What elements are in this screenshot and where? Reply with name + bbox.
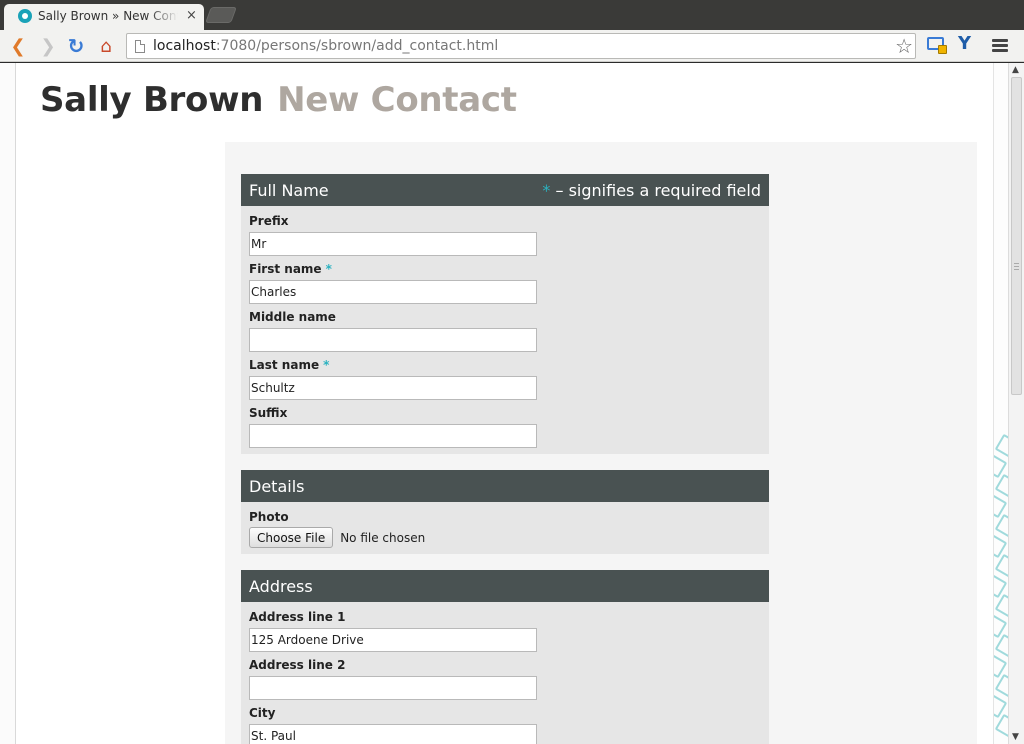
section-title: Full Name bbox=[249, 180, 329, 200]
y-extension-icon[interactable]: Y bbox=[958, 33, 971, 54]
tab-strip: Sally Brown » New Contact × bbox=[0, 0, 1024, 30]
menu-icon[interactable] bbox=[992, 39, 1008, 53]
reload-icon[interactable]: ↻ bbox=[64, 34, 88, 58]
details-section: Details Photo Choose File No file chosen bbox=[241, 470, 769, 554]
required-star: * bbox=[323, 358, 330, 372]
address-line2-input[interactable] bbox=[249, 676, 537, 700]
left-margin bbox=[0, 63, 16, 744]
page-icon bbox=[135, 40, 145, 53]
page-subtitle: New Contact bbox=[277, 80, 517, 120]
last-name-input[interactable] bbox=[249, 376, 537, 400]
back-icon[interactable]: ❮ bbox=[6, 34, 30, 58]
middle-name-input[interactable] bbox=[249, 328, 537, 352]
address-section: Address Address line 1 Address line 2 Ci… bbox=[241, 570, 769, 744]
scroll-up-icon[interactable]: ▲ bbox=[1012, 65, 1019, 75]
vertical-scrollbar[interactable]: ▲ ▼ bbox=[1008, 63, 1024, 744]
cast-extension-icon[interactable] bbox=[926, 35, 948, 55]
forward-icon[interactable]: ❯ bbox=[36, 34, 60, 58]
first-name-input[interactable] bbox=[249, 280, 537, 304]
first-name-label-text: First name bbox=[249, 262, 322, 276]
city-input[interactable] bbox=[249, 724, 537, 744]
contact-form: Full Name * – signifies a required field… bbox=[225, 142, 977, 744]
last-name-label-text: Last name bbox=[249, 358, 320, 372]
photo-file-input: Choose File No file chosen bbox=[249, 527, 761, 548]
address-line2-label: Address line 2 bbox=[249, 658, 346, 672]
file-status: No file chosen bbox=[340, 530, 426, 545]
url-text[interactable]: localhost:7080/persons/sbrown/add_contac… bbox=[153, 38, 498, 54]
address-line1-label: Address line 1 bbox=[249, 610, 346, 624]
address-line1-input[interactable] bbox=[249, 628, 537, 652]
photo-label: Photo bbox=[249, 510, 289, 524]
scrollbar-thumb[interactable] bbox=[1011, 77, 1022, 395]
scroll-down-icon[interactable]: ▼ bbox=[1012, 732, 1019, 742]
required-star: * bbox=[325, 262, 332, 276]
suffix-label: Suffix bbox=[249, 406, 288, 420]
suffix-input[interactable] bbox=[249, 424, 537, 448]
browser-tab[interactable]: Sally Brown » New Contact × bbox=[4, 4, 204, 30]
required-note-text: – signifies a required field bbox=[550, 180, 762, 200]
page-viewport: Sally Brown New Contact Full Name * – sig… bbox=[0, 63, 1024, 744]
close-tab-icon[interactable]: × bbox=[186, 8, 197, 24]
decorative-border bbox=[993, 63, 1009, 744]
address-bar[interactable]: localhost:7080/persons/sbrown/add_contac… bbox=[126, 33, 916, 59]
person-name: Sally Brown bbox=[40, 80, 264, 120]
first-name-label: First name * bbox=[249, 262, 761, 277]
city-label: City bbox=[249, 706, 276, 720]
new-tab-button[interactable] bbox=[205, 7, 237, 23]
hexagon-pattern-icon bbox=[994, 433, 1009, 744]
favicon-icon bbox=[18, 9, 32, 23]
section-header: Full Name * – signifies a required field bbox=[241, 174, 769, 206]
section-title: Address bbox=[249, 576, 313, 596]
bookmark-star-icon[interactable]: ☆ bbox=[895, 34, 913, 58]
choose-file-button[interactable]: Choose File bbox=[249, 527, 334, 548]
tab-title: Sally Brown » New Contact bbox=[38, 9, 178, 23]
page-title: Sally Brown New Contact bbox=[40, 80, 517, 120]
required-note: * – signifies a required field bbox=[542, 181, 761, 200]
section-header: Address bbox=[241, 570, 769, 602]
url-host: localhost bbox=[153, 38, 216, 54]
prefix-label: Prefix bbox=[249, 214, 289, 228]
home-icon[interactable]: ⌂ bbox=[94, 34, 118, 58]
full-name-section: Full Name * – signifies a required field… bbox=[241, 174, 769, 454]
section-header: Details bbox=[241, 470, 769, 502]
middle-name-label: Middle name bbox=[249, 310, 336, 324]
section-title: Details bbox=[249, 476, 305, 496]
url-path: :7080/persons/sbrown/add_contact.html bbox=[215, 38, 499, 54]
browser-toolbar: ❮ ❯ ↻ ⌂ localhost:7080/persons/sbrown/ad… bbox=[0, 30, 1024, 62]
prefix-input[interactable] bbox=[249, 232, 537, 256]
last-name-label: Last name * bbox=[249, 358, 761, 373]
